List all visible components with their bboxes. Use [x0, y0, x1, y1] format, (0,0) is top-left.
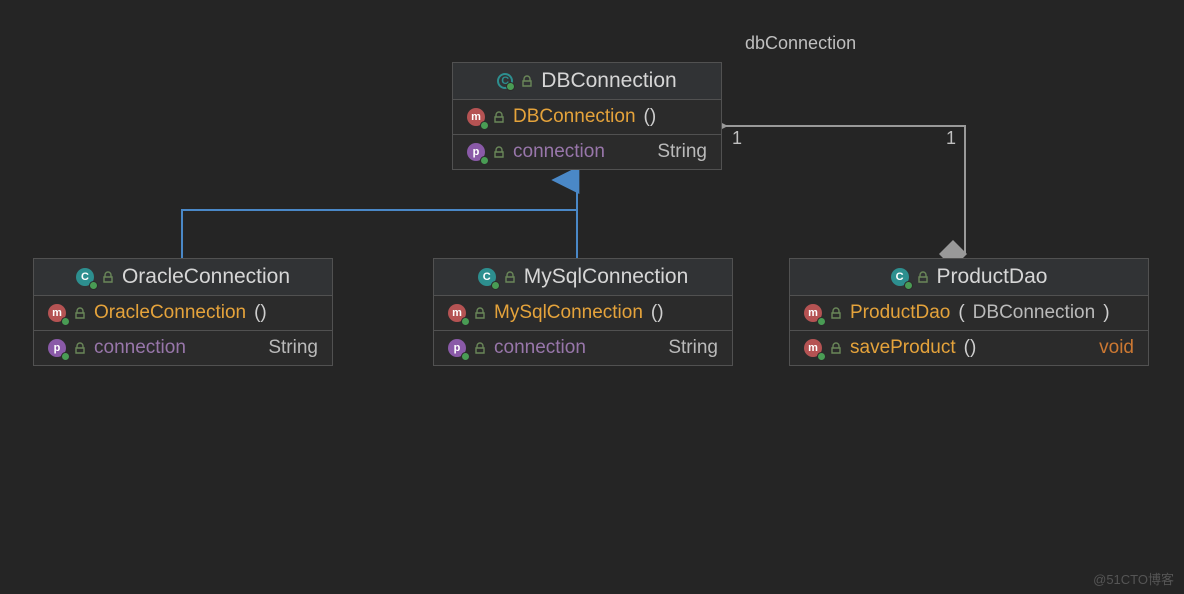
lock-icon — [504, 271, 516, 283]
method-row: m saveProduct () void — [790, 331, 1148, 365]
method-parens: () — [964, 337, 977, 359]
lock-icon — [74, 307, 86, 319]
constructor-name: DBConnection — [513, 106, 636, 128]
class-header: C DBConnection — [453, 63, 721, 100]
property-row: p connection String — [434, 331, 732, 365]
open-paren: ( — [958, 302, 964, 324]
constructor-row: m DBConnection () — [453, 100, 721, 135]
property-name: connection — [94, 337, 186, 359]
property-icon: p — [467, 143, 485, 161]
class-abstract-icon: C — [497, 73, 513, 89]
constructor-parens: () — [651, 302, 664, 324]
method-icon: m — [804, 304, 822, 322]
class-header: C ProductDao — [790, 259, 1148, 296]
class-mysqlconnection: C MySqlConnection m MySqlConnection () p … — [433, 258, 733, 366]
class-header: C MySqlConnection — [434, 259, 732, 296]
method-icon: m — [448, 304, 466, 322]
method-icon: m — [804, 339, 822, 357]
property-icon: p — [48, 339, 66, 357]
class-name: ProductDao — [937, 265, 1048, 289]
constructor-param: DBConnection — [973, 302, 1096, 324]
constructor-name: ProductDao — [850, 302, 950, 324]
constructor-row: m OracleConnection () — [34, 296, 332, 331]
lock-icon — [74, 342, 86, 354]
return-type: void — [1099, 337, 1134, 359]
property-name: connection — [494, 337, 586, 359]
class-name: MySqlConnection — [524, 265, 689, 289]
constructor-name: MySqlConnection — [494, 302, 643, 324]
lock-icon — [493, 111, 505, 123]
class-icon: C — [76, 268, 94, 286]
property-row: p connection String — [453, 135, 721, 169]
lock-icon — [102, 271, 114, 283]
constructor-name: OracleConnection — [94, 302, 246, 324]
lock-icon — [917, 271, 929, 283]
lock-icon — [474, 307, 486, 319]
lock-icon — [474, 342, 486, 354]
close-paren: ) — [1103, 302, 1109, 324]
multiplicity-b: 1 — [946, 128, 956, 149]
constructor-row: m MySqlConnection () — [434, 296, 732, 331]
lock-icon — [521, 75, 533, 87]
multiplicity-a: 1 — [732, 128, 742, 149]
constructor-parens: () — [644, 106, 657, 128]
class-name: OracleConnection — [122, 265, 290, 289]
class-header: C OracleConnection — [34, 259, 332, 296]
class-name: DBConnection — [541, 69, 676, 93]
class-dbconnection: C DBConnection m DBConnection () p connec… — [452, 62, 722, 170]
constructor-parens: () — [254, 302, 267, 324]
lock-icon — [830, 307, 842, 319]
association-label: dbConnection — [745, 33, 856, 54]
watermark: @51CTO博客 — [1093, 569, 1174, 588]
class-productdao: C ProductDao m ProductDao(DBConnection) … — [789, 258, 1149, 366]
class-icon: C — [891, 268, 909, 286]
property-name: connection — [513, 141, 605, 163]
property-type: String — [657, 141, 707, 163]
class-oracleconnection: C OracleConnection m OracleConnection() … — [33, 258, 333, 366]
property-type: String — [268, 337, 318, 359]
class-icon: C — [478, 268, 496, 286]
property-row: p connection String — [34, 331, 332, 365]
property-type: String — [668, 337, 718, 359]
method-name: saveProduct — [850, 337, 956, 359]
method-icon: m — [467, 108, 485, 126]
lock-icon — [493, 146, 505, 158]
constructor-row: m ProductDao ( DBConnection) — [790, 296, 1148, 331]
method-icon: m — [48, 304, 66, 322]
lock-icon — [830, 342, 842, 354]
property-icon: p — [448, 339, 466, 357]
